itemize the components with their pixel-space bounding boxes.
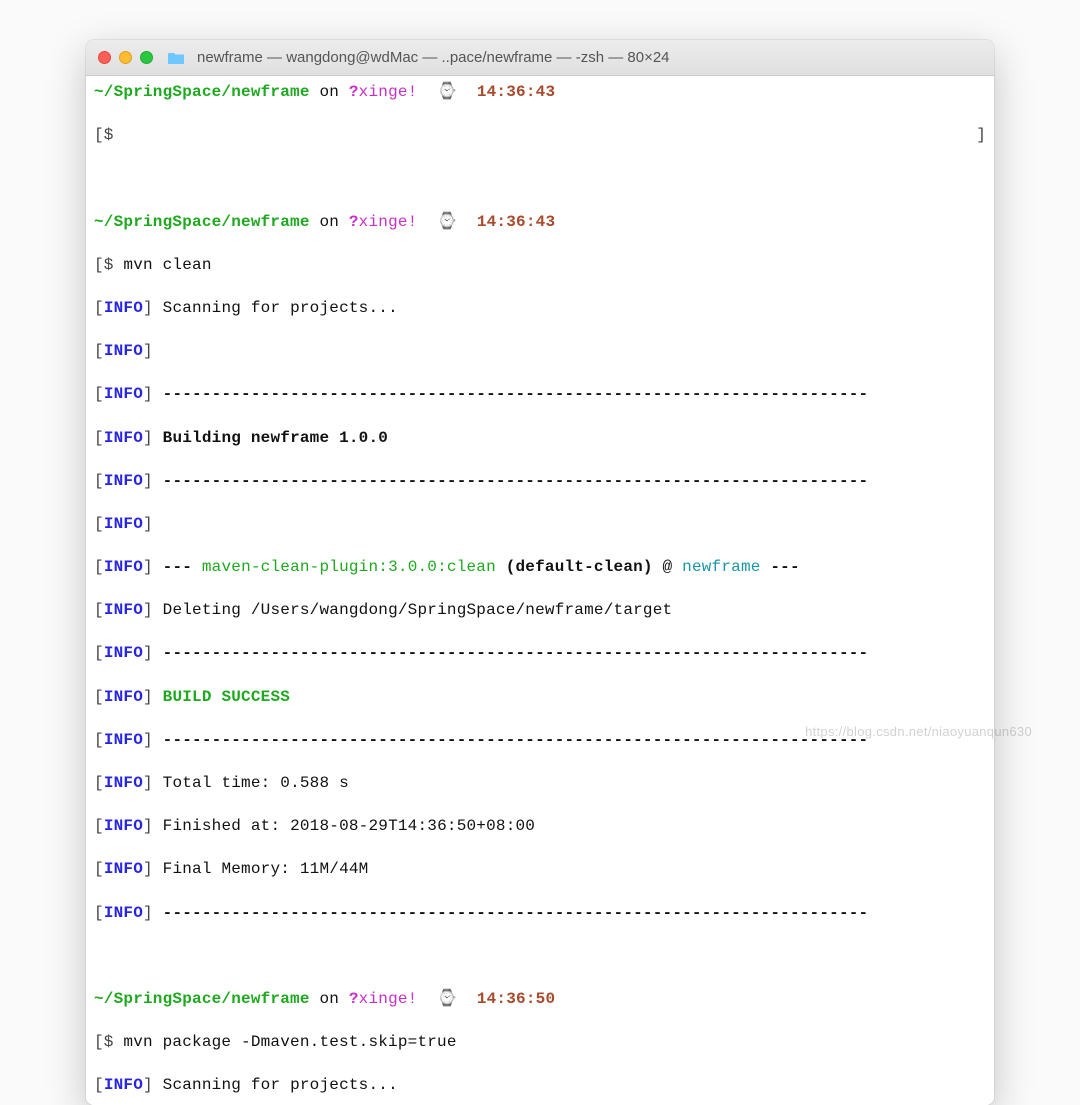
folder-icon bbox=[167, 51, 185, 65]
watch-icon: ⌚ bbox=[437, 82, 457, 104]
info-tag: INFO bbox=[104, 299, 143, 317]
prompt-time: 14:36:43 bbox=[477, 83, 555, 101]
terminal-output[interactable]: ~/SpringSpace/newframe on ?xinge! ⌚ 14:3… bbox=[86, 76, 994, 1105]
watch-icon: ⌚ bbox=[437, 212, 457, 234]
plugin-name: maven-clean-plugin:3.0.0:clean bbox=[202, 558, 496, 576]
command-input: mvn package -Dmaven.test.skip=true bbox=[114, 1033, 457, 1051]
command-input: mvn clean bbox=[114, 256, 212, 274]
watermark: https://blog.csdn.net/niaoyuanqun630 bbox=[805, 724, 1032, 739]
watch-icon: ⌚ bbox=[437, 989, 457, 1011]
building-line: Building newframe 1.0.0 bbox=[153, 429, 388, 447]
traffic-lights bbox=[98, 51, 153, 64]
minimize-icon[interactable] bbox=[119, 51, 132, 64]
window-title: newframe — wangdong@wdMac — ..pace/newfr… bbox=[197, 49, 982, 66]
window-titlebar[interactable]: newframe — wangdong@wdMac — ..pace/newfr… bbox=[86, 40, 994, 76]
close-icon[interactable] bbox=[98, 51, 111, 64]
build-success: BUILD SUCCESS bbox=[153, 688, 290, 706]
maximize-icon[interactable] bbox=[140, 51, 153, 64]
terminal-window: newframe — wangdong@wdMac — ..pace/newfr… bbox=[86, 40, 994, 1105]
prompt-path: ~/SpringSpace/newframe bbox=[94, 83, 310, 101]
